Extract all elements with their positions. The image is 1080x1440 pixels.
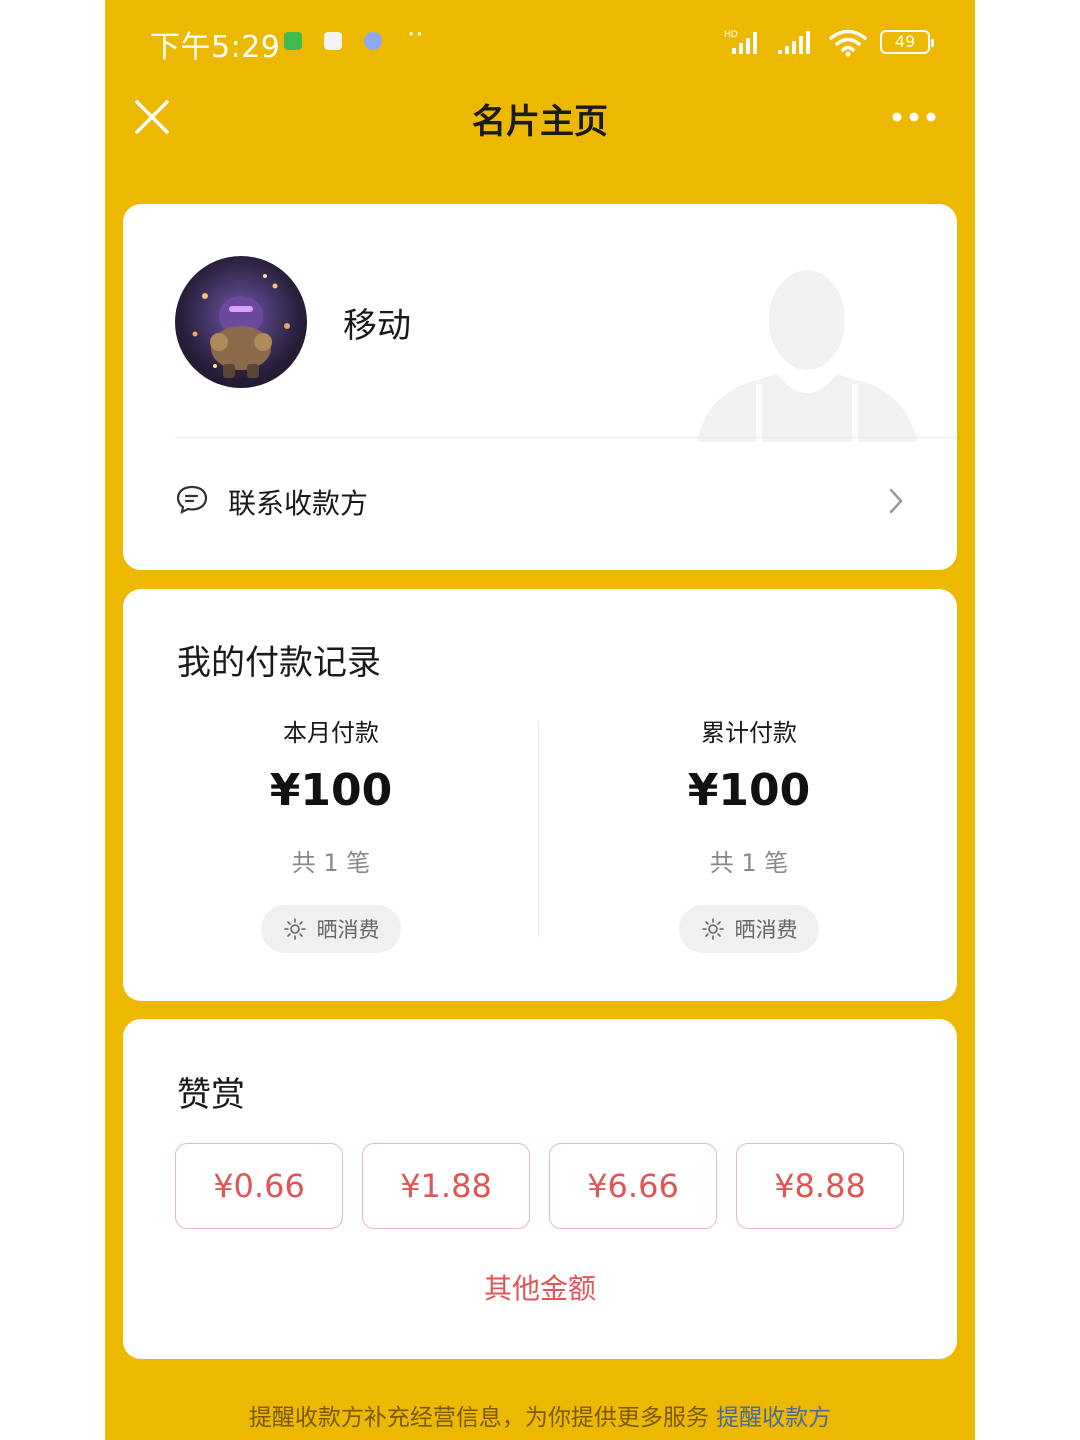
contact-payee-row[interactable]: 联系收款方 bbox=[123, 438, 957, 570]
app-screen: 下午5:29 ·· HD 49 名片主页 移动 联系收款方 我的付款记录 本月付… bbox=[105, 0, 975, 1440]
avatar-robot-icon bbox=[192, 274, 290, 378]
page-title: 名片主页 bbox=[472, 102, 608, 142]
contact-payee-label: 联系收款方 bbox=[228, 487, 369, 520]
chevron-right-icon bbox=[889, 488, 903, 514]
sun-icon bbox=[701, 918, 724, 940]
silhouette-watermark-icon bbox=[697, 270, 917, 442]
share-spending-button[interactable]: 晒消费 bbox=[679, 905, 819, 953]
svg-text:HD: HD bbox=[724, 30, 738, 40]
remind-payee-link[interactable]: 提醒收款方 bbox=[716, 1405, 831, 1431]
more-options-icon[interactable] bbox=[889, 100, 939, 134]
monthly-payment-amount: ¥100 bbox=[269, 765, 393, 816]
profile-card: 移动 联系收款方 bbox=[123, 204, 957, 570]
battery-icon: 49 bbox=[880, 30, 934, 54]
payment-record-card: 我的付款记录 本月付款 ¥100 共 1 笔 晒消费 累计付款 ¥100 共 1… bbox=[123, 589, 957, 1001]
app-notification-icon bbox=[364, 32, 382, 50]
status-icons: HD 49 bbox=[724, 24, 934, 60]
tip-amount-button[interactable]: ¥1.88 bbox=[362, 1143, 530, 1229]
other-amount-link[interactable]: 其他金额 bbox=[123, 1267, 957, 1307]
tip-amount-button[interactable]: ¥6.66 bbox=[549, 1143, 717, 1229]
tip-amount-button[interactable]: ¥0.66 bbox=[175, 1143, 343, 1229]
file-notification-icon bbox=[324, 32, 342, 50]
status-bar: 下午5:29 ·· HD 49 bbox=[105, 0, 975, 84]
footer-text: 提醒收款方补充经营信息，为你提供更多服务 bbox=[248, 1405, 709, 1431]
monthly-payment-label: 本月付款 bbox=[283, 719, 379, 747]
payee-name: 移动 bbox=[343, 306, 411, 346]
share-spending-label: 晒消费 bbox=[734, 918, 798, 942]
status-time: 下午5:29 bbox=[150, 30, 281, 65]
tip-card: 赞赏 ¥0.66 ¥1.88 ¥6.66 ¥8.88 其他金额 bbox=[123, 1019, 957, 1359]
monthly-payment-count: 共 1 笔 bbox=[291, 849, 371, 877]
share-spending-button[interactable]: 晒消费 bbox=[261, 905, 401, 953]
footer-note: 提醒收款方补充经营信息，为你提供更多服务 提醒收款方 bbox=[105, 1398, 975, 1432]
wifi-icon bbox=[829, 29, 867, 57]
total-payment-stat: 累计付款 ¥100 共 1 笔 晒消费 bbox=[599, 713, 899, 953]
total-payment-amount: ¥100 bbox=[687, 765, 811, 816]
divider bbox=[538, 722, 539, 937]
hd-signal-icon: HD bbox=[724, 30, 757, 54]
monthly-payment-stat: 本月付款 ¥100 共 1 笔 晒消费 bbox=[181, 713, 481, 953]
payment-record-title: 我的付款记录 bbox=[177, 643, 381, 683]
message-notification-icon bbox=[284, 32, 302, 50]
total-payment-label: 累计付款 bbox=[701, 719, 797, 747]
tip-amount-button[interactable]: ¥8.88 bbox=[736, 1143, 904, 1229]
chat-icon bbox=[176, 485, 208, 514]
signal-icon bbox=[778, 31, 810, 54]
total-payment-count: 共 1 笔 bbox=[709, 849, 789, 877]
sun-icon bbox=[283, 918, 306, 940]
share-spending-label: 晒消费 bbox=[316, 918, 380, 942]
tip-title: 赞赏 bbox=[177, 1075, 245, 1115]
avatar[interactable] bbox=[175, 256, 307, 388]
more-notifications-indicator: ·· bbox=[407, 20, 424, 50]
